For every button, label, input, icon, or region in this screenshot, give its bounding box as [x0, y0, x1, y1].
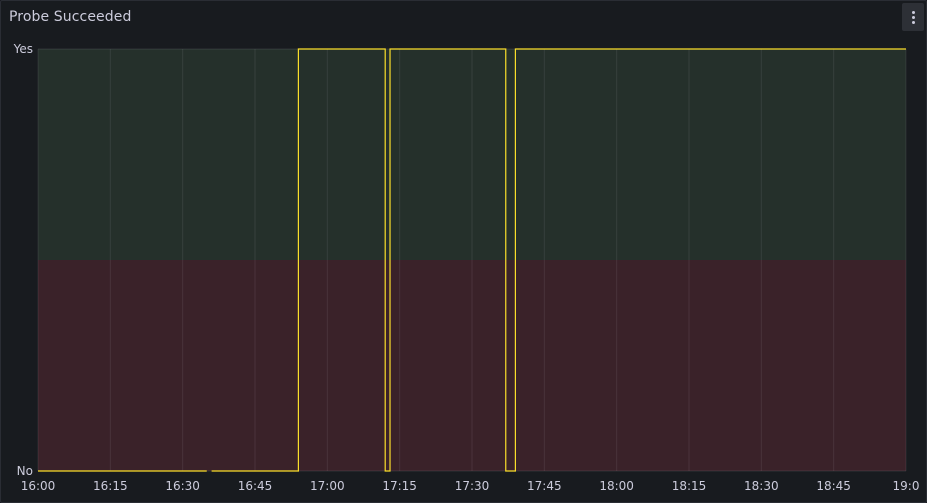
x-tick-label: 17:30: [455, 479, 490, 493]
x-tick-label: 18:30: [744, 479, 779, 493]
y-tick-label: Yes: [13, 42, 33, 56]
x-tick-label: 16:15: [93, 479, 128, 493]
x-tick-label: 18:00: [599, 479, 634, 493]
x-tick-label: 17:15: [382, 479, 417, 493]
x-tick-label: 19:0: [893, 479, 920, 493]
x-tick-label: 16:00: [21, 479, 56, 493]
x-tick-label: 18:15: [672, 479, 707, 493]
x-tick-label: 17:45: [527, 479, 562, 493]
probe-chart: 16:00 16:15 16:30 16:45 17:00 17:15 17:30 17:45…: [13, 42, 920, 493]
x-tick-label: 18:45: [816, 479, 851, 493]
y-tick-label: No: [17, 464, 33, 478]
x-tick-label: 16:45: [238, 479, 273, 493]
x-tick-label: 17:00: [310, 479, 345, 493]
x-tick-label: 16:30: [165, 479, 200, 493]
